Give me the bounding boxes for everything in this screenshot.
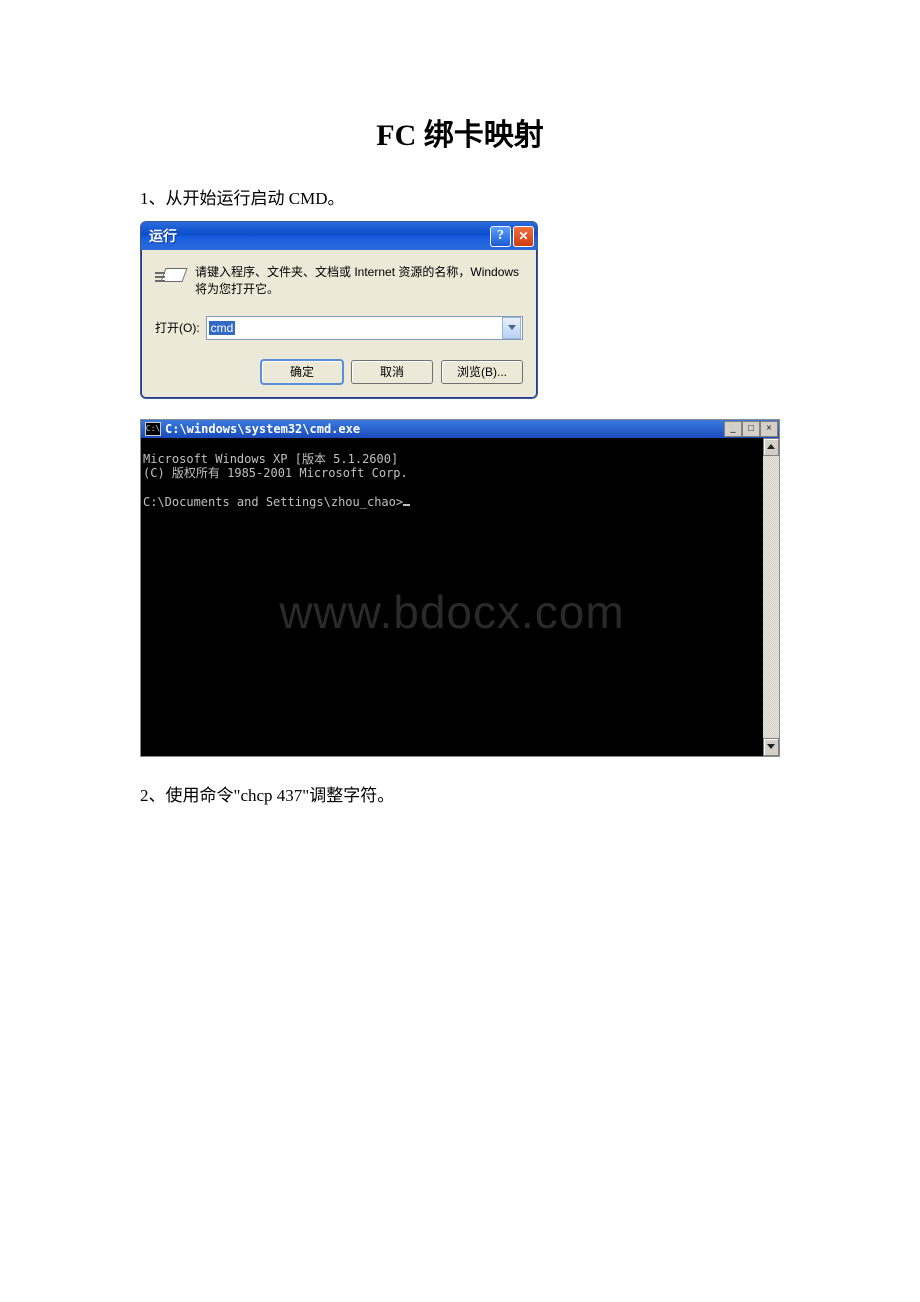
run-dialog-titlebar[interactable]: 运行	[141, 222, 537, 250]
run-dialog: 运行 请键入程序、文件夹、文档或 Internet 资源的名称，Windows …	[140, 221, 538, 399]
browse-button[interactable]: 浏览(B)...	[441, 360, 523, 384]
open-input-value: cmd	[209, 321, 236, 335]
close-button[interactable]	[513, 226, 534, 247]
cmd-line-2: (C) 版权所有 1985-2001 Microsoft Corp.	[143, 466, 761, 480]
step-2-text: 2、使用命令"chcp 437"调整字符。	[140, 781, 780, 806]
scroll-down-button[interactable]	[763, 738, 779, 756]
cmd-titlebar[interactable]: C:\ C:\windows\system32\cmd.exe _ □ ×	[141, 420, 779, 438]
cmd-icon: C:\	[145, 422, 161, 436]
maximize-button[interactable]: □	[742, 421, 760, 437]
scroll-up-button[interactable]	[763, 438, 779, 456]
open-dropdown-button[interactable]	[502, 317, 521, 339]
cmd-close-button[interactable]: ×	[760, 421, 778, 437]
ok-button[interactable]: 确定	[261, 360, 343, 384]
run-icon	[155, 266, 185, 288]
cancel-button[interactable]: 取消	[351, 360, 433, 384]
minimize-button[interactable]: _	[724, 421, 742, 437]
cmd-window: C:\ C:\windows\system32\cmd.exe _ □ × Mi…	[140, 419, 780, 757]
cmd-title: C:\windows\system32\cmd.exe	[165, 422, 360, 436]
open-input[interactable]: cmd	[206, 316, 523, 340]
run-dialog-title: 运行	[149, 226, 177, 246]
cmd-line-1: Microsoft Windows XP [版本 5.1.2600]	[143, 452, 761, 466]
run-message: 请键入程序、文件夹、文档或 Internet 资源的名称，Windows 将为您…	[195, 264, 523, 298]
cmd-scrollbar[interactable]	[763, 438, 779, 756]
open-label: 打开(O):	[155, 319, 200, 336]
scroll-track[interactable]	[763, 456, 779, 738]
cmd-output[interactable]: Microsoft Windows XP [版本 5.1.2600](C) 版权…	[141, 438, 763, 756]
cmd-cursor	[403, 494, 410, 506]
step-1-text: 1、从开始运行启动 CMD。	[140, 184, 780, 209]
cmd-prompt: C:\Documents and Settings\zhou_chao>	[143, 495, 403, 509]
help-button[interactable]	[490, 226, 511, 247]
watermark: www.bdocx.com	[279, 585, 624, 639]
doc-title: FC 绑卡映射	[140, 110, 780, 154]
